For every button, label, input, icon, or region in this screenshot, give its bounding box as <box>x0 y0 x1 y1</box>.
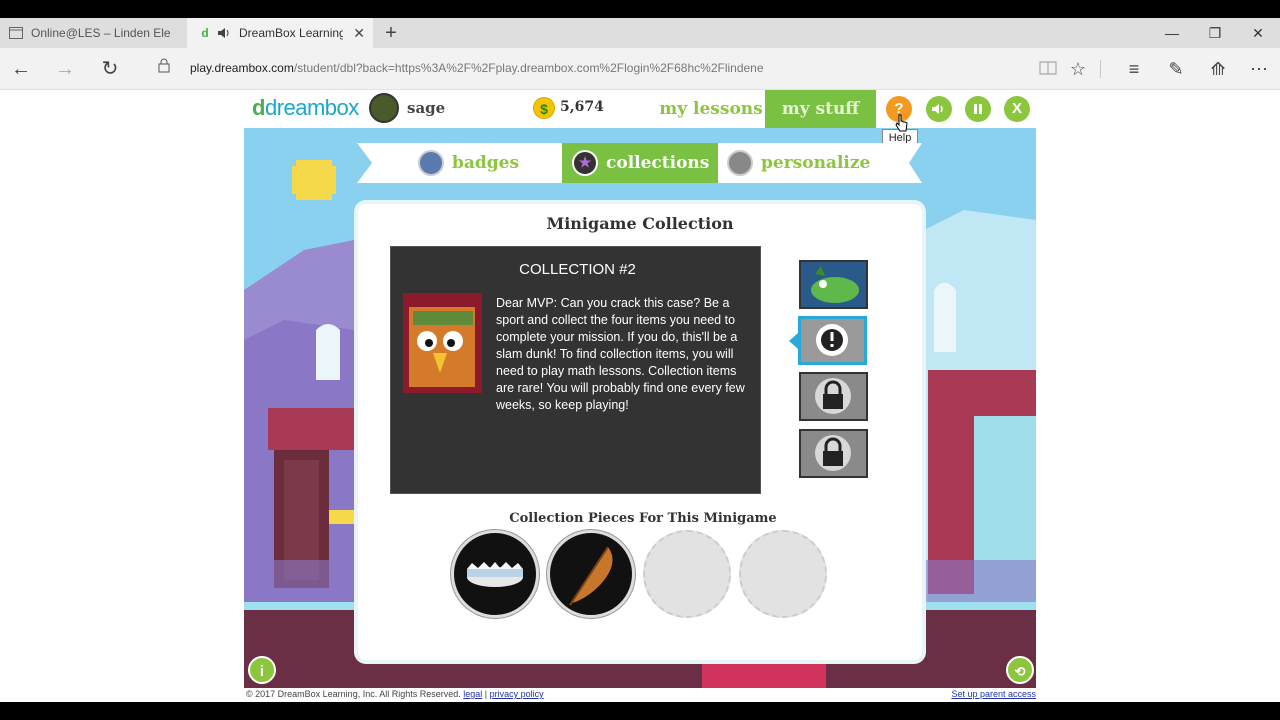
crown-icon <box>467 562 523 587</box>
restore-button[interactable]: ❐ <box>1193 18 1237 48</box>
forward-arrow-icon[interactable]: → <box>52 56 78 82</box>
dragon-icon <box>801 262 866 307</box>
collection-piece-2[interactable] <box>547 530 635 618</box>
lock-icon <box>801 374 866 419</box>
badge-icon <box>418 150 444 176</box>
collection-panel: Minigame Collection COLLECTION #2 Dear M… <box>358 204 922 660</box>
tab-label: collections <box>606 153 710 173</box>
collection-thumb-1[interactable] <box>799 260 868 309</box>
hub-icon[interactable]: ≡ <box>1122 57 1146 81</box>
copyright-text: © 2017 DreamBox Learning, Inc. All Right… <box>246 689 544 699</box>
lock-icon <box>151 56 177 82</box>
my-lessons-button[interactable]: my lessons <box>656 90 766 128</box>
back-arrow-icon[interactable]: ← <box>8 56 34 82</box>
pause-button[interactable] <box>965 96 991 122</box>
url-host: play.dreambox.com <box>190 61 294 75</box>
my-stuff-button[interactable]: my stuff <box>765 90 876 128</box>
collection-thumb-3[interactable] <box>799 372 868 421</box>
collection-piece-3-empty <box>643 530 731 618</box>
exit-icon[interactable]: ⟲ <box>1006 656 1034 684</box>
privacy-policy-link[interactable]: privacy policy <box>490 689 544 699</box>
more-icon[interactable]: ⋯ <box>1247 57 1271 81</box>
screen: Online@LES – Linden Eleme d DreamBox Lea… <box>0 0 1280 720</box>
game-header: ddreambox sage $ 5,674 my lessons my stu… <box>244 90 1036 128</box>
dreambox-favicon-icon: d <box>201 26 209 40</box>
collection-thumb-4[interactable] <box>799 429 868 478</box>
new-tab-button[interactable]: + <box>380 21 402 45</box>
top-letterbox <box>0 0 1280 18</box>
collection-thumb-2[interactable] <box>798 316 867 365</box>
collection-description: Dear MVP: Can you crack this case? Be a … <box>496 296 745 412</box>
close-tab-icon[interactable]: ✕ <box>353 25 365 42</box>
footer-divider: | <box>484 689 488 699</box>
exclamation-icon <box>801 319 864 362</box>
tab-label: badges <box>452 153 520 173</box>
tab-badges[interactable]: badges <box>404 143 561 183</box>
copyright: © 2017 DreamBox Learning, Inc. All Right… <box>246 689 461 699</box>
footer: © 2017 DreamBox Learning, Inc. All Right… <box>244 688 1036 702</box>
share-icon[interactable]: ⟰ <box>1206 57 1230 81</box>
legal-link[interactable]: legal <box>463 689 482 699</box>
selection-arrow <box>789 333 798 349</box>
favorite-star-icon[interactable]: ☆ <box>1066 57 1090 81</box>
web-note-icon[interactable]: ✎ <box>1164 57 1188 81</box>
star-icon: ★ <box>572 150 598 176</box>
lock-icon <box>801 431 866 476</box>
tab-label: Online@LES – Linden Eleme <box>31 26 171 40</box>
avatar[interactable] <box>369 93 399 123</box>
collection-piece-4-empty <box>739 530 827 618</box>
browser-tab-linden[interactable]: Online@LES – Linden Eleme <box>0 18 186 48</box>
wrench-icon <box>727 150 753 176</box>
speaker-icon <box>932 104 943 114</box>
window-close-button[interactable]: ✕ <box>1236 18 1280 48</box>
panel-title: Minigame Collection <box>546 214 734 233</box>
sound-button[interactable] <box>926 96 952 122</box>
reading-view-icon[interactable] <box>1036 57 1060 81</box>
address-bar: ← → ↻ play.dreambox.com/student/dbl?back… <box>0 48 1280 90</box>
username: sage <box>407 99 446 117</box>
collection-title: COLLECTION #2 <box>519 261 636 278</box>
page-icon <box>8 25 24 41</box>
game-area: ddreambox sage $ 5,674 my lessons my stu… <box>244 90 1036 688</box>
pause-icon <box>974 104 982 114</box>
coin-count: 5,674 <box>560 99 604 115</box>
coin-icon: $ <box>533 97 555 119</box>
tab-collections[interactable]: ★ collections <box>562 143 718 183</box>
speaker-icon[interactable] <box>216 25 232 41</box>
collection-info-box: COLLECTION #2 Dear MVP: Can you crack th… <box>390 246 761 494</box>
pieces-title: Collection Pieces For This Minigame <box>509 511 777 526</box>
url-field[interactable]: play.dreambox.com/student/dbl?back=https… <box>190 61 764 75</box>
dreambox-logo[interactable]: ddreambox <box>252 95 359 121</box>
minigame-portrait <box>403 293 482 393</box>
bottom-letterbox <box>0 702 1280 720</box>
minimize-button[interactable]: — <box>1150 18 1194 48</box>
tab-personalize[interactable]: personalize <box>719 143 879 183</box>
collection-piece-1[interactable] <box>451 530 539 618</box>
close-icon: X <box>1011 100 1022 117</box>
mouse-cursor-icon <box>895 114 909 137</box>
browser-tab-strip: Online@LES – Linden Eleme d DreamBox Lea… <box>0 18 1280 48</box>
refresh-icon[interactable]: ↻ <box>97 56 123 82</box>
parent-access-link[interactable]: Set up parent access <box>951 689 1036 699</box>
browser-tab-dreambox[interactable]: d DreamBox Learning ✕ <box>187 18 373 48</box>
info-button[interactable]: i <box>248 656 276 684</box>
tab-label: personalize <box>761 153 871 173</box>
tab-label: DreamBox Learning <box>239 26 343 40</box>
exit-game-button[interactable]: X <box>1004 96 1030 122</box>
ground-red-block <box>702 660 826 688</box>
toolbar-divider <box>1100 60 1101 78</box>
logo-text: dreambox <box>264 95 359 120</box>
feather-icon <box>569 546 613 606</box>
url-path: /student/dbl?back=https%3A%2F%2Fplay.dre… <box>293 61 764 75</box>
